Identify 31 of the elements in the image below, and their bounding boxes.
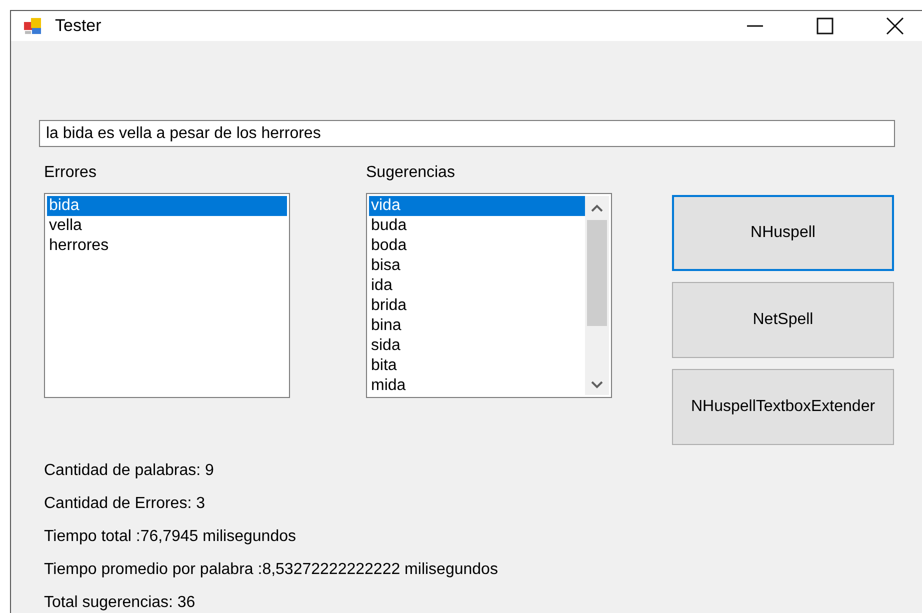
errors-label: Errores [44, 163, 98, 183]
window-title: Tester [55, 15, 102, 38]
action-button[interactable]: NHuspell [672, 195, 894, 271]
list-item[interactable]: herrores [47, 236, 287, 256]
close-icon[interactable] [886, 17, 904, 35]
list-item[interactable]: bida [47, 196, 287, 216]
action-button[interactable]: NetSpell [672, 282, 894, 358]
list-item[interactable]: vella [47, 216, 287, 236]
list-item[interactable]: sida [369, 336, 585, 356]
suggestions-label: Sugerencias [366, 163, 456, 183]
scroll-down-icon[interactable] [591, 381, 603, 389]
list-item[interactable]: bisa [369, 256, 585, 276]
list-item[interactable]: vida [369, 196, 585, 216]
list-item[interactable]: buda [369, 216, 585, 236]
list-item[interactable]: brida [369, 296, 585, 316]
app-icon [23, 16, 43, 36]
stat-text: Tiempo total :76,7945 milisegundos [44, 527, 297, 547]
stat-text: Tiempo promedio por palabra :8,53272222222222 milisegundos [44, 560, 499, 580]
action-button[interactable]: NHuspellTextboxExtender [672, 369, 894, 445]
scroll-thumb[interactable] [587, 220, 607, 326]
list-item[interactable]: bina [369, 316, 585, 336]
maximize-icon[interactable] [816, 17, 834, 35]
list-item[interactable]: boda [369, 236, 585, 256]
list-item[interactable]: mida [369, 376, 585, 396]
stat-text: Cantidad de Errores: 3 [44, 494, 206, 514]
stat-text: Total sugerencias: 36 [44, 593, 196, 613]
list-item[interactable]: bita [369, 356, 585, 376]
list-item[interactable]: ida [369, 276, 585, 296]
scroll-up-icon[interactable] [591, 204, 603, 212]
stat-text: Cantidad de palabras: 9 [44, 461, 215, 481]
scrollbar[interactable] [585, 196, 609, 395]
